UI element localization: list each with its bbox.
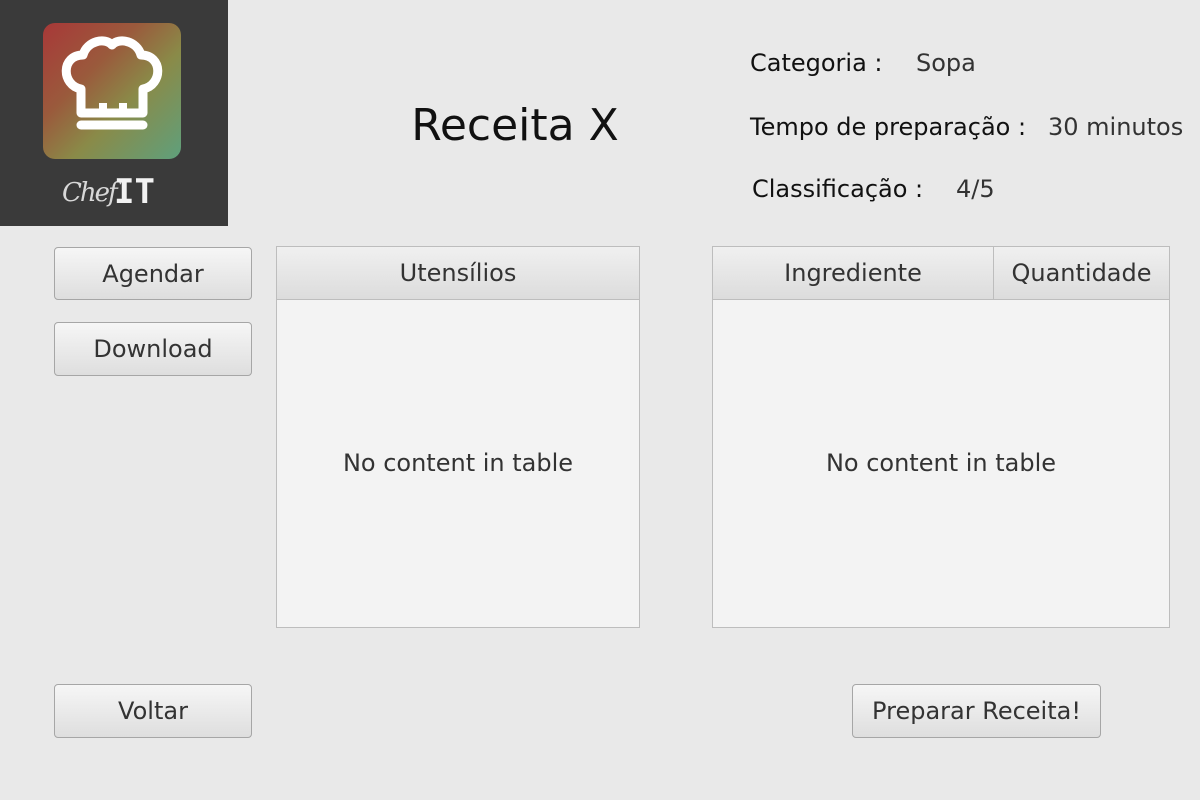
column-header-quantity[interactable]: Quantidade [994,247,1169,299]
download-button[interactable]: Download [54,322,252,376]
ingredients-table-empty-message: No content in table [825,449,1057,477]
utensils-table[interactable]: Utensílios No content in table [276,246,640,628]
logo-script-text: Chef [62,178,118,208]
logo-brand-text: IT [114,172,155,212]
app-logo-wordmark: Chef IT [60,170,180,216]
utensils-table-empty-message: No content in table [342,449,574,477]
rating-label: Classificação : [752,175,924,203]
rating-value: 4/5 [956,175,995,203]
back-button[interactable]: Voltar [54,684,252,738]
category-value: Sopa [916,49,976,77]
prep-time-label: Tempo de preparação : [750,113,1027,141]
chef-hat-icon [43,23,181,159]
category-label: Categoria : [750,49,883,77]
recipe-title: Receita X [411,100,619,151]
ingredients-table-header: Ingrediente Quantidade [713,247,1169,300]
column-header-utensils[interactable]: Utensílios [277,247,639,299]
app-logo-panel: Chef IT [0,0,228,226]
column-header-ingredient[interactable]: Ingrediente [713,247,994,299]
ingredients-table[interactable]: Ingrediente Quantidade No content in tab… [712,246,1170,628]
schedule-button[interactable]: Agendar [54,247,252,300]
utensils-table-header: Utensílios [277,247,639,300]
prep-time-value: 30 minutos [1048,113,1184,141]
prepare-recipe-button[interactable]: Preparar Receita! [852,684,1101,738]
